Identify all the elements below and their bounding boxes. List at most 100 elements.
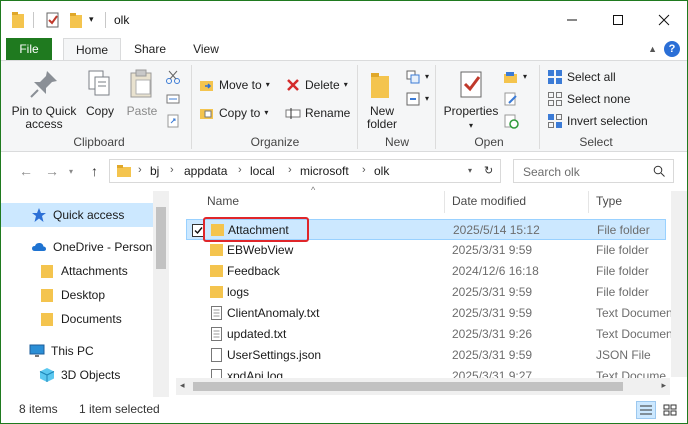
history-button[interactable] xyxy=(503,111,523,131)
nav-item-quick-access[interactable]: Quick access xyxy=(1,203,153,227)
file-row[interactable]: EBWebView 2025/3/31 9:59 File folder xyxy=(186,240,666,261)
large-icons-view-button[interactable] xyxy=(660,401,680,419)
refresh-icon[interactable]: ↻ xyxy=(484,164,493,177)
easy-access-button[interactable]: ▾ xyxy=(405,89,429,109)
properties-button[interactable]: Properties ▾ xyxy=(441,67,501,132)
scroll-left-icon[interactable]: ◂ xyxy=(180,380,185,391)
file-row[interactable]: updated.txt 2025/3/31 9:26 Text Documen xyxy=(186,324,673,345)
paste-button[interactable]: Paste xyxy=(123,67,161,118)
column-header-date[interactable]: Date modified xyxy=(452,194,526,216)
maximize-button[interactable] xyxy=(595,1,641,38)
search-input[interactable]: Search olk xyxy=(523,165,580,179)
nav-item-desktop[interactable]: Desktop xyxy=(1,283,153,307)
file-name: ClientAnomaly.txt xyxy=(227,306,320,320)
customize-chevron-icon[interactable]: ▾ xyxy=(89,14,94,34)
file-row[interactable]: logs 2025/3/31 9:59 File folder xyxy=(186,282,666,303)
history-icon xyxy=(504,114,519,129)
selection-count: 1 item selected xyxy=(79,402,160,416)
file-type: JSON File xyxy=(596,348,651,362)
copy-to-button[interactable]: Copy to ▾ xyxy=(199,103,268,123)
breadcrumb-item[interactable]: bj xyxy=(150,164,159,178)
new-folder-icon[interactable] xyxy=(69,10,85,30)
close-button[interactable] xyxy=(641,1,687,38)
cloud-icon xyxy=(32,242,46,251)
cut-button[interactable] xyxy=(165,67,185,87)
column-header-name[interactable]: Name xyxy=(207,194,239,216)
details-view-button[interactable] xyxy=(636,401,656,419)
file-date: 2025/3/31 9:27 xyxy=(452,369,533,378)
file-list-scrollbar[interactable] xyxy=(671,191,687,377)
tab-view[interactable]: View xyxy=(181,38,231,61)
tab-home[interactable]: Home xyxy=(63,38,121,61)
nav-scrollbar[interactable] xyxy=(153,191,169,397)
highlight-annotation xyxy=(203,217,309,242)
file-row[interactable]: UserSettings.json 2025/3/31 9:59 JSON Fi… xyxy=(186,345,666,366)
move-to-button[interactable]: Move to ▾ xyxy=(199,75,270,95)
breadcrumb-separator-icon: › xyxy=(362,164,366,176)
select-all-icon xyxy=(548,70,562,84)
forward-arrow-icon[interactable]: → xyxy=(45,163,59,179)
pin-to-quick-access-button[interactable]: Pin to Quick access xyxy=(9,67,79,131)
file-row[interactable]: ClientAnomaly.txt 2025/3/31 9:59 Text Do… xyxy=(186,303,673,324)
nav-item-onedrive[interactable]: OneDrive - Persona xyxy=(1,235,153,259)
select-none-button[interactable]: Select none xyxy=(547,89,630,109)
file-row[interactable]: Feedback 2024/12/6 16:18 File folder xyxy=(186,261,666,282)
recent-chevron-icon[interactable]: ▾ xyxy=(69,167,73,176)
json-file-icon xyxy=(211,348,222,362)
breadcrumb-item[interactable]: olk xyxy=(374,164,389,178)
horizontal-scrollbar-thumb[interactable] xyxy=(193,382,623,391)
status-bar: 8 items 1 item selected xyxy=(1,398,687,423)
nav-item-label: Desktop xyxy=(61,288,106,302)
star-icon xyxy=(32,208,46,222)
scroll-right-icon[interactable]: ▸ xyxy=(661,380,666,391)
breadcrumb-item[interactable]: appdata xyxy=(184,164,227,178)
address-dropdown-icon[interactable]: ▾ xyxy=(468,166,472,175)
folder-icon xyxy=(117,165,131,177)
large-icons-view-icon xyxy=(663,404,677,416)
rename-button[interactable]: Rename xyxy=(285,103,350,123)
delete-x-icon xyxy=(287,79,299,91)
paste-icon xyxy=(130,69,152,98)
rename-icon xyxy=(285,108,301,119)
nav-item-attachments[interactable]: Attachments xyxy=(1,259,153,283)
nav-item-label: Documents xyxy=(61,312,122,326)
nav-item-3d-objects[interactable]: 3D Objects xyxy=(1,363,153,387)
edit-button[interactable] xyxy=(503,89,523,109)
close-icon xyxy=(658,14,670,25)
file-row[interactable]: xpdApi.log 2025/3/31 9:27 Text Documen xyxy=(186,366,666,378)
collapse-ribbon-icon[interactable]: ▲ xyxy=(648,44,657,54)
nav-item-documents[interactable]: Documents xyxy=(1,307,153,331)
move-to-label: Move to xyxy=(219,78,262,92)
breadcrumb-item[interactable]: microsoft xyxy=(300,164,349,178)
file-date: 2025/3/31 9:59 xyxy=(452,243,533,257)
invert-selection-button[interactable]: Invert selection xyxy=(547,111,648,131)
select-all-button[interactable]: Select all xyxy=(547,67,616,87)
open-button[interactable]: ▾ xyxy=(503,67,527,87)
new-item-button[interactable]: ▾ xyxy=(405,67,429,87)
column-header-type[interactable]: Type xyxy=(596,194,622,216)
select-all-label: Select all xyxy=(567,70,616,84)
copy-path-button[interactable] xyxy=(165,89,185,109)
horizontal-scrollbar[interactable]: ◂ ▸ xyxy=(176,378,670,395)
new-folder-button[interactable]: New folder xyxy=(363,67,401,131)
paste-shortcut-button[interactable] xyxy=(165,111,185,131)
text-file-icon xyxy=(211,327,222,341)
file-date: 2025/3/31 9:59 xyxy=(452,285,533,299)
minimize-button[interactable] xyxy=(549,1,595,38)
file-type: File folder xyxy=(596,285,649,299)
properties-icon[interactable] xyxy=(45,10,61,30)
help-icon[interactable]: ? xyxy=(664,41,680,57)
back-arrow-icon[interactable]: ← xyxy=(19,163,33,179)
nav-item-this-pc[interactable]: This PC xyxy=(1,339,153,363)
invert-selection-label: Invert selection xyxy=(567,114,648,128)
tab-share[interactable]: Share xyxy=(125,38,175,61)
address-bar[interactable]: › bj › appdata › local › microsoft › olk… xyxy=(109,159,501,183)
up-arrow-icon[interactable]: ↑ xyxy=(91,163,98,179)
breadcrumb-item[interactable]: local xyxy=(250,164,275,178)
tab-file[interactable]: File xyxy=(6,38,52,61)
nav-scrollbar-thumb[interactable] xyxy=(156,207,166,269)
delete-button[interactable]: Delete ▾ xyxy=(285,75,348,95)
search-box[interactable]: Search olk xyxy=(513,159,674,183)
folder-icon xyxy=(11,10,27,30)
copy-button[interactable]: Copy xyxy=(83,67,117,118)
